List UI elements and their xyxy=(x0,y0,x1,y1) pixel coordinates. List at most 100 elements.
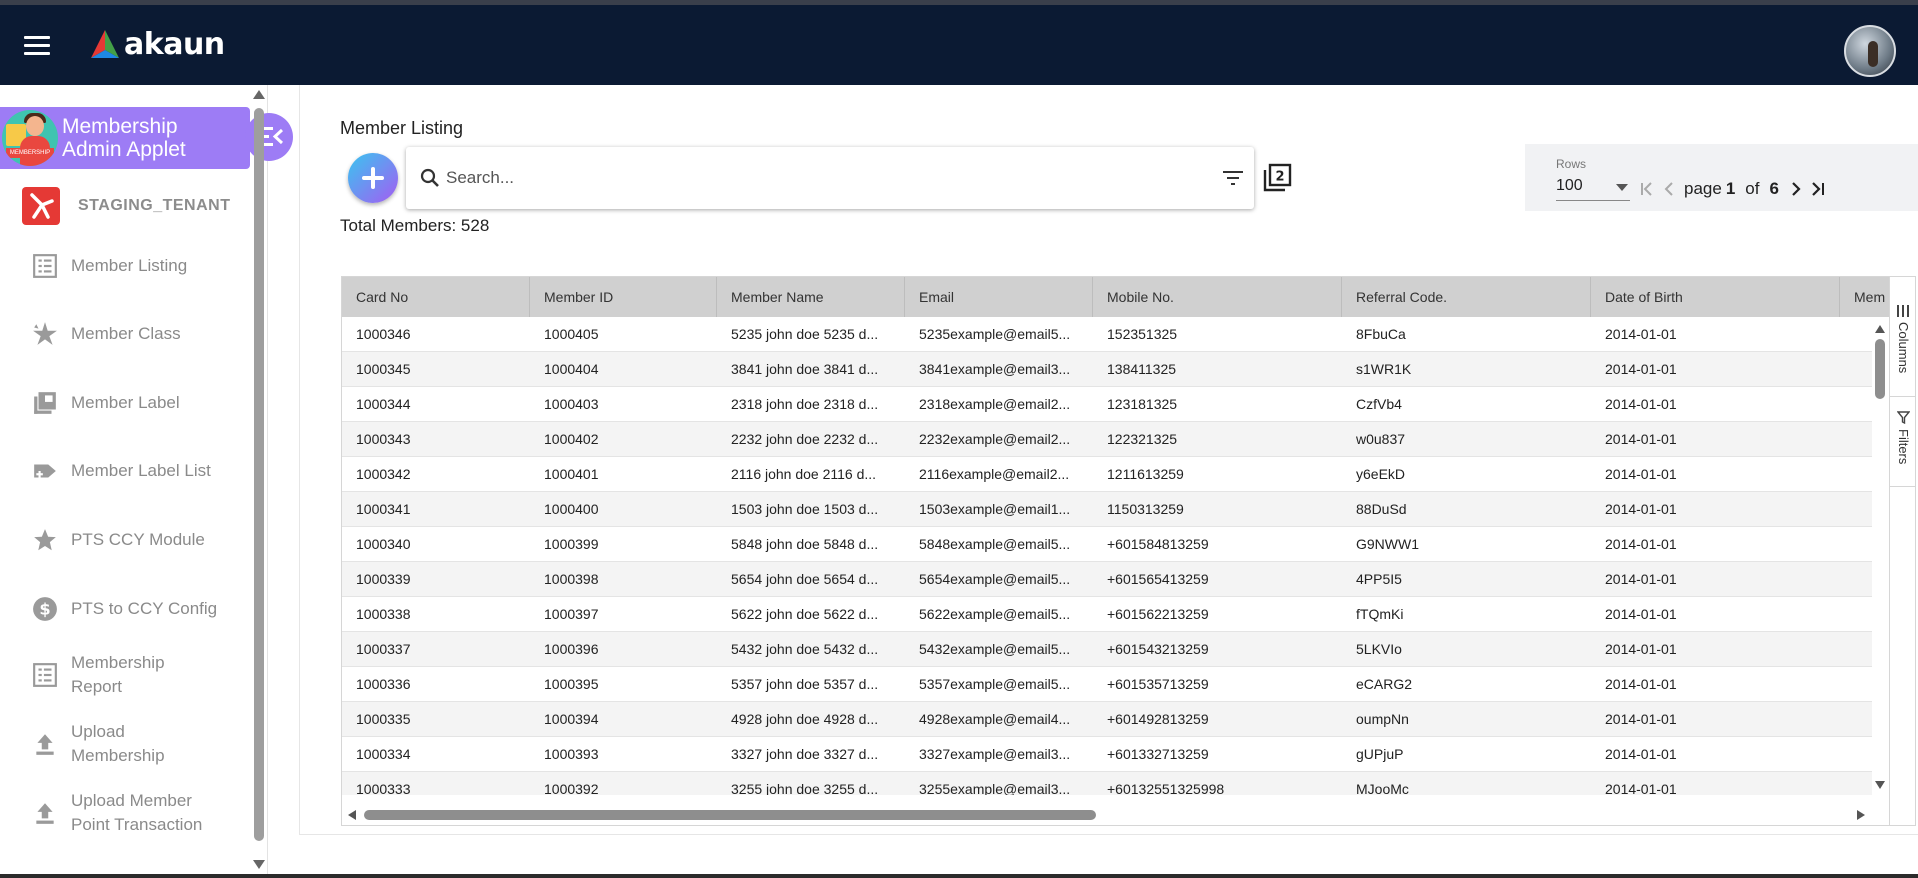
scroll-right-icon[interactable] xyxy=(1857,810,1865,820)
table-row[interactable]: 1000337 1000396 5432 john doe 5432 d... 543… xyxy=(342,632,1872,667)
cell-card-no: 1000343 xyxy=(356,431,411,447)
scroll-down-icon[interactable] xyxy=(1875,781,1885,789)
cell-referral-code: gUPjuP xyxy=(1356,746,1404,762)
table-row[interactable]: 1000334 1000393 3327 john doe 3327 d... 332… xyxy=(342,737,1872,772)
cell-mobile-no: +601543213259 xyxy=(1107,641,1209,657)
rows-per-page-select[interactable]: 100 xyxy=(1556,175,1630,201)
column-header-date-of-birth[interactable]: Date of Birth xyxy=(1591,277,1840,317)
add-member-button[interactable] xyxy=(348,153,398,203)
svg-text:2: 2 xyxy=(1275,170,1284,185)
table-row[interactable]: 1000344 1000403 2318 john doe 2318 d... 231… xyxy=(342,387,1872,422)
table-row[interactable]: 1000345 1000404 3841 john doe 3841 d... 384… xyxy=(342,352,1872,387)
sidebar-item-upload-member-point-transaction[interactable]: Upload Member Point Transaction xyxy=(0,785,250,841)
sidebar-scroll-down-icon[interactable] xyxy=(253,860,265,869)
cell-card-no: 1000337 xyxy=(356,641,411,657)
cell-email: 5357example@email5... xyxy=(919,676,1071,692)
sidebar-scrollbar-thumb[interactable] xyxy=(254,108,264,841)
sidebar-item-member-listing[interactable]: Member Listing xyxy=(0,238,250,294)
cell-member-name: 3841 john doe 3841 d... xyxy=(731,361,879,377)
filter-icon[interactable] xyxy=(1222,169,1244,187)
column-header-email[interactable]: Email xyxy=(905,277,1093,317)
cell-member-id: 1000403 xyxy=(544,396,599,412)
cell-member-name: 3255 john doe 3255 d... xyxy=(731,781,879,795)
scroll-up-icon[interactable] xyxy=(1875,325,1885,333)
cell-member-id: 1000398 xyxy=(544,571,599,587)
cell-member-id: 1000396 xyxy=(544,641,599,657)
rows-label: Rows xyxy=(1556,157,1587,171)
column-header-mobile-no[interactable]: Mobile No. xyxy=(1093,277,1342,317)
user-avatar[interactable] xyxy=(1844,25,1896,77)
cell-email: 5654example@email5... xyxy=(919,571,1071,587)
columns-tool-button[interactable]: Columns xyxy=(1890,277,1915,397)
cell-member-name: 3327 john doe 3327 d... xyxy=(731,746,879,762)
cell-mobile-no: 152351325 xyxy=(1107,326,1178,342)
cell-mobile-no: +601562213259 xyxy=(1107,606,1209,622)
window-bottom-strip xyxy=(0,874,1918,878)
sidebar-item-label: Member Label List xyxy=(71,461,211,480)
sidebar-item-pts-to-ccy-config[interactable]: $ PTS to CCY Config xyxy=(0,581,250,637)
sidebar-item-pts-ccy-module[interactable]: PTS CCY Module xyxy=(0,512,250,568)
sidebar-item-label: Member Class xyxy=(71,324,181,343)
app-logo[interactable]: akaun xyxy=(88,27,225,62)
applet-header: MEMBERSHIP Membership Admin Applet xyxy=(0,107,250,169)
rows-value: 100 xyxy=(1556,177,1583,194)
cell-card-no: 1000335 xyxy=(356,711,411,727)
last-page-button[interactable] xyxy=(1807,178,1829,200)
top-app-bar: akaun xyxy=(0,5,1918,85)
cell-referral-code: CzfVb4 xyxy=(1356,396,1402,412)
column-header-card-no[interactable]: Card No xyxy=(342,277,530,317)
member-listing-panel: Member Listing 2 Rows 100 page 1 of 6 To… xyxy=(299,85,1918,835)
horizontal-scroll-thumb[interactable] xyxy=(364,810,1096,820)
sidebar-scroll-up-icon[interactable] xyxy=(253,90,265,99)
sidebar-item-member-label-list[interactable]: Member Label List xyxy=(0,443,250,499)
sidebar-item-member-label[interactable]: Member Label xyxy=(0,375,250,431)
cell-referral-code: 8FbuCa xyxy=(1356,326,1406,342)
cell-member-id: 1000400 xyxy=(544,501,599,517)
applet-title: Membership Admin Applet xyxy=(62,115,186,161)
list-icon xyxy=(33,254,57,278)
cell-member-id: 1000393 xyxy=(544,746,599,762)
cell-email: 2116example@email2... xyxy=(919,466,1070,482)
filter-multiple-icon[interactable]: 2 xyxy=(1262,163,1292,193)
next-page-button[interactable] xyxy=(1785,178,1807,200)
upload-icon xyxy=(36,734,54,755)
scroll-left-icon[interactable] xyxy=(348,810,356,820)
cell-card-no: 1000336 xyxy=(356,676,411,692)
table-row[interactable]: 1000346 1000405 5235 john doe 5235 d... 523… xyxy=(342,317,1872,352)
column-header-member-name[interactable]: Member Name xyxy=(717,277,905,317)
table-row[interactable]: 1000335 1000394 4928 john doe 4928 d... 492… xyxy=(342,702,1872,737)
cell-member-id: 1000392 xyxy=(544,781,599,795)
sidebar-item-member-class[interactable]: Member Class xyxy=(0,306,250,362)
cell-date-of-birth: 2014-01-01 xyxy=(1605,466,1677,482)
vertical-scroll-thumb[interactable] xyxy=(1875,339,1885,399)
table-row[interactable]: 1000339 1000398 5654 john doe 5654 d... 565… xyxy=(342,562,1872,597)
cell-date-of-birth: 2014-01-01 xyxy=(1605,571,1677,587)
column-header-referral-code[interactable]: Referral Code. xyxy=(1342,277,1591,317)
table-row[interactable]: 1000343 1000402 2232 john doe 2232 d... 223… xyxy=(342,422,1872,457)
search-input[interactable] xyxy=(446,163,1166,193)
table-horizontal-scrollbar[interactable] xyxy=(342,807,1872,823)
column-header-mem[interactable]: Mem xyxy=(1840,277,1889,317)
filters-tool-button[interactable]: Filters xyxy=(1890,397,1915,487)
first-page-button[interactable] xyxy=(1636,178,1658,200)
previous-page-button[interactable] xyxy=(1658,178,1680,200)
table-row[interactable]: 1000340 1000399 5848 john doe 5848 d... 584… xyxy=(342,527,1872,562)
cell-member-id: 1000399 xyxy=(544,536,599,552)
table-row[interactable]: 1000341 1000400 1503 john doe 1503 d... 150… xyxy=(342,492,1872,527)
table-vertical-scrollbar[interactable] xyxy=(1872,317,1888,795)
table-row[interactable]: 1000336 1000395 5357 john doe 5357 d... 535… xyxy=(342,667,1872,702)
table-row[interactable]: 1000338 1000397 5622 john doe 5622 d... 562… xyxy=(342,597,1872,632)
sidebar-item-membership-report[interactable]: Membership Report xyxy=(0,647,250,703)
table-row[interactable]: 1000342 1000401 2116 john doe 2116 d... 211… xyxy=(342,457,1872,492)
column-header-member-id[interactable]: Member ID xyxy=(530,277,717,317)
sidebar-item-label: Member Listing xyxy=(71,256,188,275)
table-row[interactable]: 1000333 1000392 3255 john doe 3255 d... 325… xyxy=(342,772,1872,795)
cell-referral-code: 5LKVIo xyxy=(1356,641,1402,657)
applet-badge-text: MEMBERSHIP xyxy=(6,148,54,158)
cell-member-name: 4928 john doe 4928 d... xyxy=(731,711,879,727)
cell-mobile-no: 1150313259 xyxy=(1107,501,1184,517)
sidebar-item-upload-membership[interactable]: Upload Membership xyxy=(0,716,250,772)
tenant-selector[interactable]: STAGING_TENANT xyxy=(22,187,230,225)
hamburger-menu-icon[interactable] xyxy=(24,36,50,56)
cell-mobile-no: +601584813259 xyxy=(1107,536,1209,552)
